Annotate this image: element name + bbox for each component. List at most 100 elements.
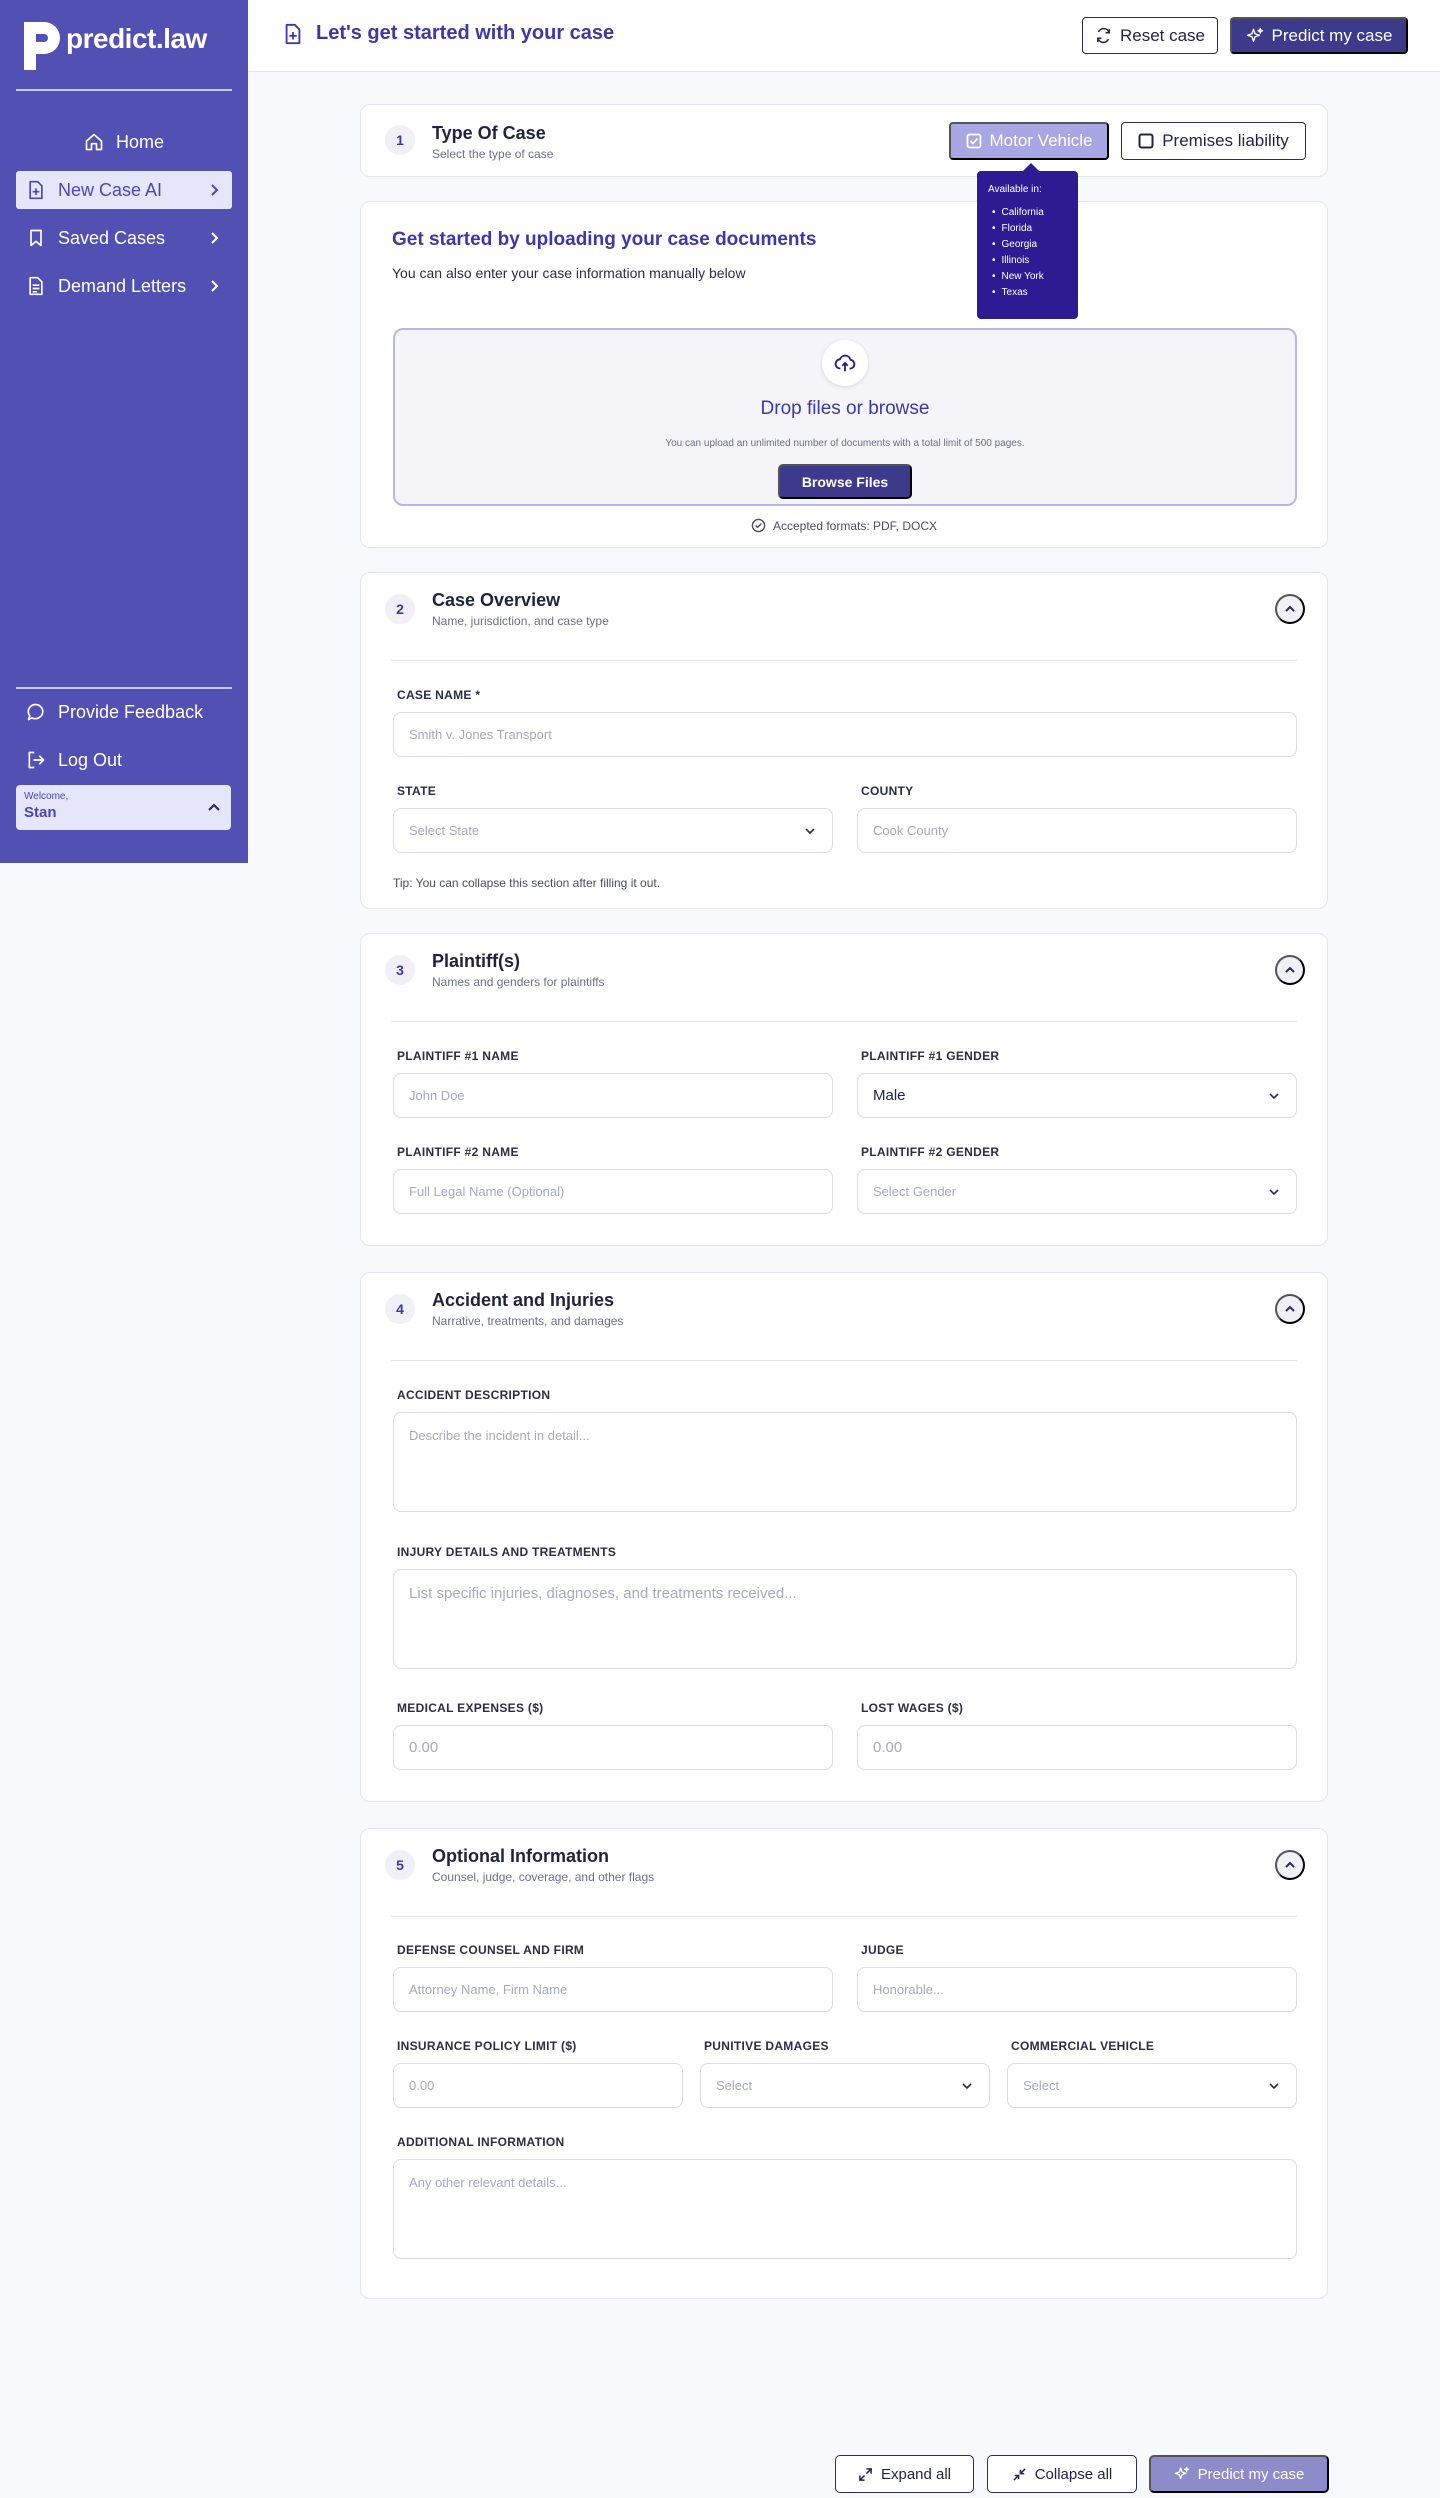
user-name: Stan	[24, 804, 57, 821]
additional-information-textarea[interactable]: Any other relevant details...	[393, 2159, 1297, 2259]
insurance-policy-input[interactable]: 0.00	[393, 2063, 683, 2108]
section-subtitle: Select the type of case	[432, 147, 554, 161]
collapse-section-button[interactable]	[1275, 1850, 1305, 1880]
collapse-section-button[interactable]	[1275, 594, 1305, 624]
drop-title: Drop files or browse	[760, 398, 930, 419]
plaintiff-1-name-input[interactable]: John Doe	[393, 1073, 833, 1118]
state-select[interactable]: Select State	[393, 808, 833, 853]
injury-details-textarea[interactable]: List specific injuries, diagnoses, and t…	[393, 1569, 1297, 1669]
commercial-vehicle-select[interactable]: Select	[1007, 2063, 1297, 2108]
checkbox-checked-icon	[966, 133, 981, 149]
page-header: Let's get started with your case Reset c…	[248, 0, 1440, 72]
feedback-label: Provide Feedback	[58, 701, 204, 722]
plaintiff-1-name-label: PLAINTIFF #1 NAME	[397, 1049, 519, 1063]
step-number: 5	[385, 1850, 415, 1880]
placeholder-text: Describe the incident in detail...	[409, 1428, 590, 1443]
placeholder-text: Full Legal Name (Optional)	[409, 1184, 565, 1199]
user-menu[interactable]: Welcome, Stan	[16, 785, 231, 830]
brand-logo[interactable]: predict.law	[20, 18, 207, 74]
placeholder-text: Select	[716, 2078, 753, 2093]
sidebar-item-label: Demand Letters	[58, 275, 187, 296]
collapse-all-button[interactable]: Collapse all	[987, 2455, 1137, 2493]
accident-description-label: ACCIDENT DESCRIPTION	[397, 1388, 551, 1402]
placeholder-text: Cook County	[873, 823, 949, 838]
state-item: Texas	[992, 285, 1067, 301]
sidebar-item-new-case-ai[interactable]: New Case AI	[16, 171, 232, 209]
collapse-section-button[interactable]	[1275, 955, 1305, 985]
file-dropzone[interactable]: Drop files or browse You can upload an u…	[393, 328, 1297, 506]
predict-case-button[interactable]: Predict my case	[1230, 17, 1408, 54]
motor-vehicle-toggle[interactable]: Motor Vehicle	[949, 122, 1109, 160]
upload-card: Get started by uploading your case docum…	[360, 201, 1328, 548]
sparkles-icon	[1246, 27, 1263, 42]
county-label: COUNTY	[861, 784, 914, 798]
step-number: 2	[385, 594, 415, 624]
punitive-damages-label: PUNITIVE DAMAGES	[704, 2039, 829, 2053]
refresh-icon	[1097, 27, 1110, 44]
state-item: Georgia	[992, 237, 1067, 253]
checkbox-empty-icon	[1138, 133, 1154, 149]
bookmark-icon	[26, 228, 46, 248]
defense-counsel-input[interactable]: Attorney Name, Firm Name	[393, 1967, 833, 2012]
sidebar-item-saved-cases[interactable]: Saved Cases	[16, 219, 232, 257]
document-icon	[26, 276, 46, 296]
brand-name: predict.law	[66, 23, 207, 54]
sidebar-item-label: Home	[115, 131, 164, 152]
predict-case-footer-button[interactable]: Predict my case	[1149, 2455, 1329, 2493]
medical-expenses-label: MEDICAL EXPENSES ($)	[397, 1701, 544, 1715]
predict-case-footer-label: Predict my case	[1197, 2465, 1305, 2483]
lost-wages-input[interactable]: 0.00	[857, 1725, 1297, 1770]
expand-all-button[interactable]: Expand all	[835, 2455, 974, 2493]
upload-title: Get started by uploading your case docum…	[392, 229, 817, 250]
punitive-damages-select[interactable]: Select	[700, 2063, 990, 2108]
case-name-input[interactable]: Smith v. Jones Transport	[393, 712, 1297, 757]
placeholder-text: Attorney Name, Firm Name	[409, 1982, 568, 1997]
sidebar-divider	[16, 687, 232, 689]
state-item: New York	[992, 269, 1067, 285]
expand-all-label: Expand all	[880, 2465, 952, 2483]
judge-input[interactable]: Honorable...	[857, 1967, 1297, 2012]
browse-files-button[interactable]: Browse Files	[778, 464, 912, 499]
step-number: 4	[385, 1294, 415, 1324]
file-plus-icon	[26, 180, 46, 200]
county-input[interactable]: Cook County	[857, 808, 1297, 853]
provide-feedback-link[interactable]: Provide Feedback	[16, 693, 232, 731]
plaintiff-1-gender-select[interactable]: Male	[857, 1073, 1297, 1118]
logout-icon	[26, 750, 46, 770]
plaintiff-2-gender-select[interactable]: Select Gender	[857, 1169, 1297, 1214]
section-divider	[391, 1021, 1297, 1022]
logout-link[interactable]: Log Out	[16, 741, 232, 779]
optional-information-card: 5 Optional Information Counsel, judge, c…	[360, 1828, 1328, 2299]
section-title: Accident and Injuries	[432, 1290, 615, 1310]
sidebar-item-demand-letters[interactable]: Demand Letters	[16, 267, 232, 305]
logout-label: Log Out	[58, 749, 123, 770]
accepted-formats: Accepted formats: PDF, DOCX	[361, 518, 1327, 533]
collapse-tip: Tip: You can collapse this section after…	[393, 876, 661, 890]
medical-expenses-input[interactable]: 0.00	[393, 1725, 833, 1770]
injury-details-label: INJURY DETAILS AND TREATMENTS	[397, 1545, 617, 1559]
welcome-label: Welcome,	[24, 791, 69, 802]
chevron-up-icon	[1285, 966, 1295, 973]
sidebar-item-home[interactable]: Home	[16, 123, 232, 161]
plaintiff-1-gender-label: PLAINTIFF #1 GENDER	[861, 1049, 1000, 1063]
chevron-down-icon	[1269, 1188, 1279, 1195]
section-subtitle: Narrative, treatments, and damages	[432, 1314, 624, 1328]
premises-liability-toggle[interactable]: Premises liability	[1121, 122, 1306, 160]
collapse-section-button[interactable]	[1275, 1294, 1305, 1324]
accident-description-textarea[interactable]: Describe the incident in detail...	[393, 1412, 1297, 1512]
plaintiff-2-name-input[interactable]: Full Legal Name (Optional)	[393, 1169, 833, 1214]
chevron-down-icon	[1269, 2082, 1279, 2089]
chevron-up-icon	[1285, 1861, 1295, 1868]
expand-arrows-icon	[859, 2467, 872, 2481]
placeholder-text: Select Gender	[873, 1184, 957, 1199]
state-label: STATE	[397, 784, 437, 798]
sidebar: predict.law Home New Case AI Saved Cases	[0, 0, 248, 863]
premises-liability-label: Premises liability	[1162, 131, 1289, 150]
motor-vehicle-label: Motor Vehicle	[989, 131, 1093, 150]
chevron-down-icon	[805, 827, 815, 834]
reset-case-button[interactable]: Reset case	[1082, 17, 1218, 54]
section-divider	[391, 1916, 1297, 1917]
section-subtitle: Counsel, judge, coverage, and other flag…	[432, 1870, 655, 1884]
state-item: California	[992, 205, 1067, 221]
defense-counsel-label: DEFENSE COUNSEL AND FIRM	[397, 1943, 585, 1957]
